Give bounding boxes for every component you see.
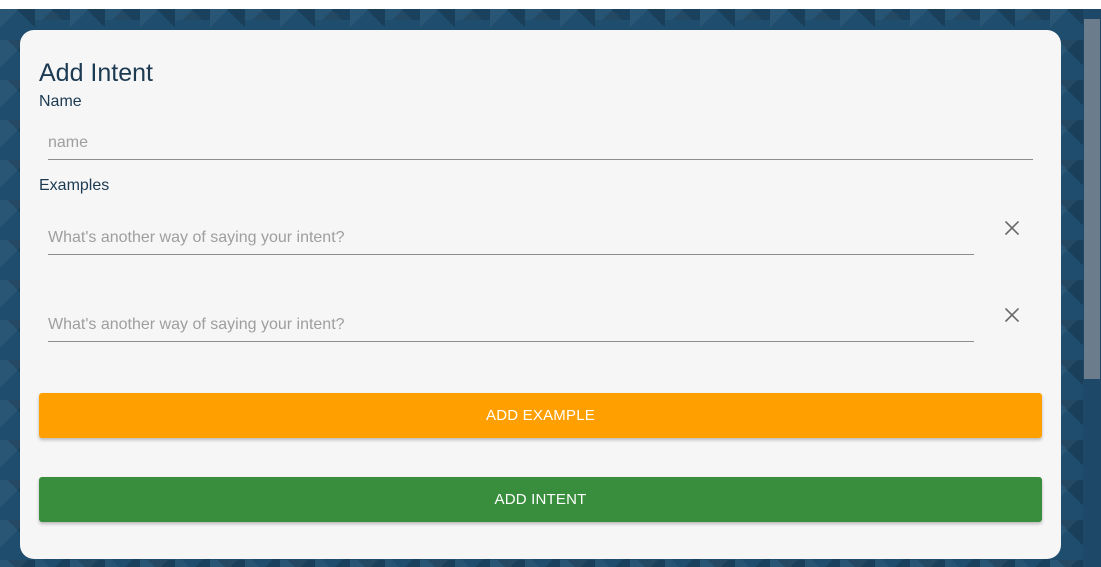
close-icon: [1005, 221, 1019, 235]
card-title: Add Intent: [39, 59, 153, 87]
remove-example-1-button[interactable]: [998, 214, 1026, 242]
page-scrollbar[interactable]: [1083, 9, 1101, 567]
example-input-2[interactable]: [48, 308, 974, 342]
add-intent-card: Add Intent Name Examples ADD EXAMPLE ADD…: [20, 30, 1061, 559]
remove-example-2-button[interactable]: [998, 301, 1026, 329]
add-intent-button[interactable]: ADD INTENT: [39, 477, 1042, 522]
add-example-button[interactable]: ADD EXAMPLE: [39, 393, 1042, 438]
examples-label: Examples: [39, 177, 110, 194]
top-strip: [0, 0, 1101, 9]
close-icon: [1005, 308, 1019, 322]
name-input[interactable]: [48, 126, 1033, 160]
name-label: Name: [39, 93, 82, 110]
example-input-1[interactable]: [48, 221, 974, 255]
page-scrollbar-thumb[interactable]: [1084, 19, 1100, 379]
